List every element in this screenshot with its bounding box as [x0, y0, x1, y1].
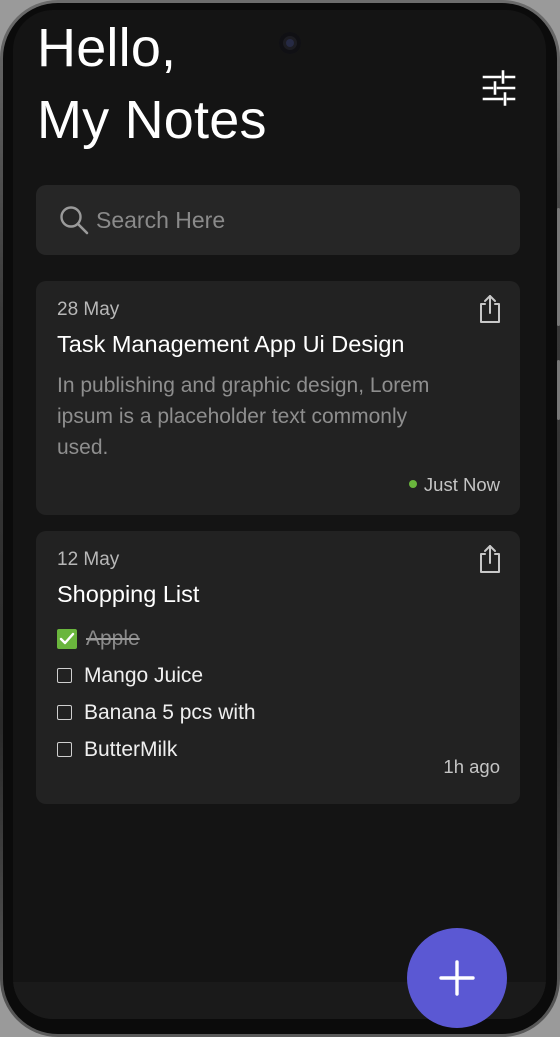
- sliders-icon: [482, 70, 516, 106]
- search-bar[interactable]: [36, 185, 520, 255]
- app-screen: Hello, My Notes Search Here 28 May Task …: [13, 10, 546, 1019]
- search-input[interactable]: [96, 185, 496, 255]
- checklist-label: Banana 5 pcs with: [84, 700, 256, 724]
- checkbox[interactable]: [57, 742, 72, 757]
- plus-icon: [439, 960, 475, 996]
- note-title: Task Management App Ui Design: [57, 331, 405, 357]
- page-title: Hello, My Notes: [37, 12, 267, 156]
- share-icon: [480, 295, 500, 323]
- checklist-item-banana[interactable]: Banana 5 pcs with: [57, 694, 256, 731]
- share-icon: [480, 545, 500, 573]
- checklist-item-mango-juice[interactable]: Mango Juice: [57, 657, 256, 694]
- note-card[interactable]: 12 May Shopping List Apple Mango Juice B…: [36, 531, 520, 804]
- add-note-button[interactable]: [407, 928, 507, 1028]
- checklist-item-buttermilk[interactable]: ButterMilk: [57, 731, 256, 768]
- checklist-label: Apple: [86, 626, 140, 650]
- checklist-label: ButterMilk: [84, 737, 178, 761]
- greeting-line-2: My Notes: [37, 90, 267, 150]
- checklist-item-apple[interactable]: Apple: [57, 620, 256, 657]
- share-button[interactable]: [474, 543, 506, 575]
- checkmark-icon: [59, 632, 75, 644]
- phone-frame: Hello, My Notes Search Here 28 May Task …: [0, 0, 560, 1037]
- search-icon: [60, 206, 89, 235]
- front-camera: [279, 32, 301, 54]
- shopping-checklist: Apple Mango Juice Banana 5 pcs with Butt…: [57, 620, 256, 768]
- note-card[interactable]: 28 May Task Management App Ui Design In …: [36, 281, 520, 515]
- note-date: 12 May: [57, 549, 120, 570]
- timestamp-text: Just Now: [423, 474, 500, 495]
- share-button[interactable]: [474, 293, 506, 325]
- checkbox[interactable]: [57, 705, 72, 720]
- note-timestamp: Just Now: [408, 474, 500, 496]
- checkbox[interactable]: [57, 668, 72, 683]
- status-dot: [408, 480, 417, 489]
- note-date: 28 May: [57, 299, 120, 320]
- checkbox-checked[interactable]: [57, 628, 77, 649]
- checklist-label: Mango Juice: [84, 663, 204, 687]
- note-timestamp: 1h ago: [443, 756, 500, 777]
- note-title: Shopping List: [57, 581, 200, 607]
- filter-button[interactable]: [479, 68, 519, 108]
- greeting-line-1: Hello,: [37, 18, 177, 78]
- note-body: In publishing and graphic design, Lorem …: [57, 374, 430, 459]
